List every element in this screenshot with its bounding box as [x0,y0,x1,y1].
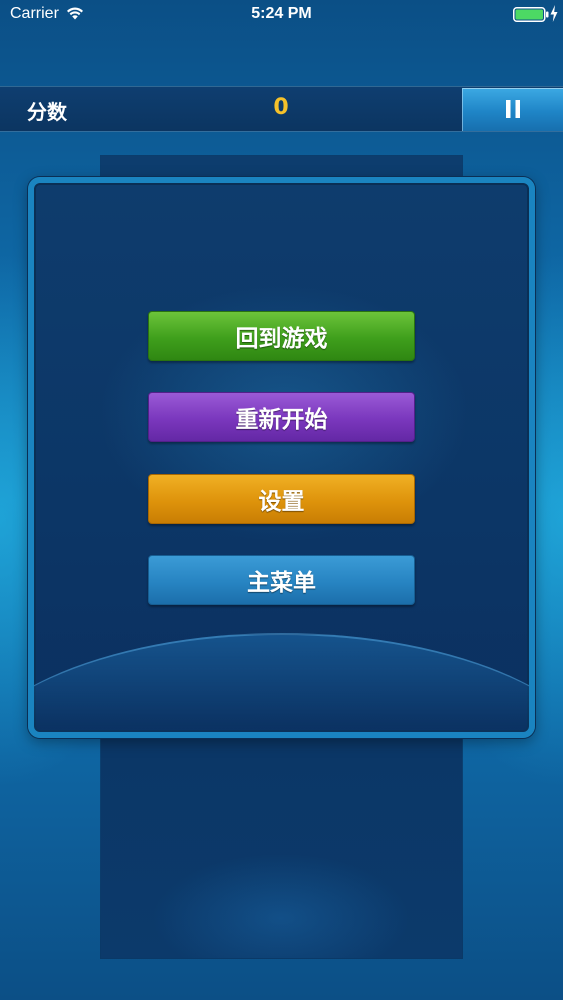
pause-icon [506,100,520,118]
status-bar: Carrier 5:24 PM [0,0,563,30]
clock-time: 5:24 PM [251,5,312,22]
resume-game-button[interactable]: 回到游戏 [148,311,415,361]
dialog-decorative-arc [34,633,529,732]
board-glow [101,798,462,958]
score-bar: 分数 0 [0,86,563,132]
pause-button[interactable] [462,88,563,131]
settings-button[interactable]: 设置 [148,474,415,524]
game-screen: Carrier 5:24 PM 分数 0 回到游戏 重新开始 设置 主菜单 [0,0,563,1000]
restart-button[interactable]: 重新开始 [148,392,415,442]
main-menu-button[interactable]: 主菜单 [148,555,415,605]
charging-bolt-icon [550,5,558,22]
pause-dialog: 回到游戏 重新开始 设置 主菜单 [28,177,535,738]
battery-full-icon [513,7,549,22]
score-value: 0 [273,95,289,120]
score-label: 分数 [27,100,67,124]
